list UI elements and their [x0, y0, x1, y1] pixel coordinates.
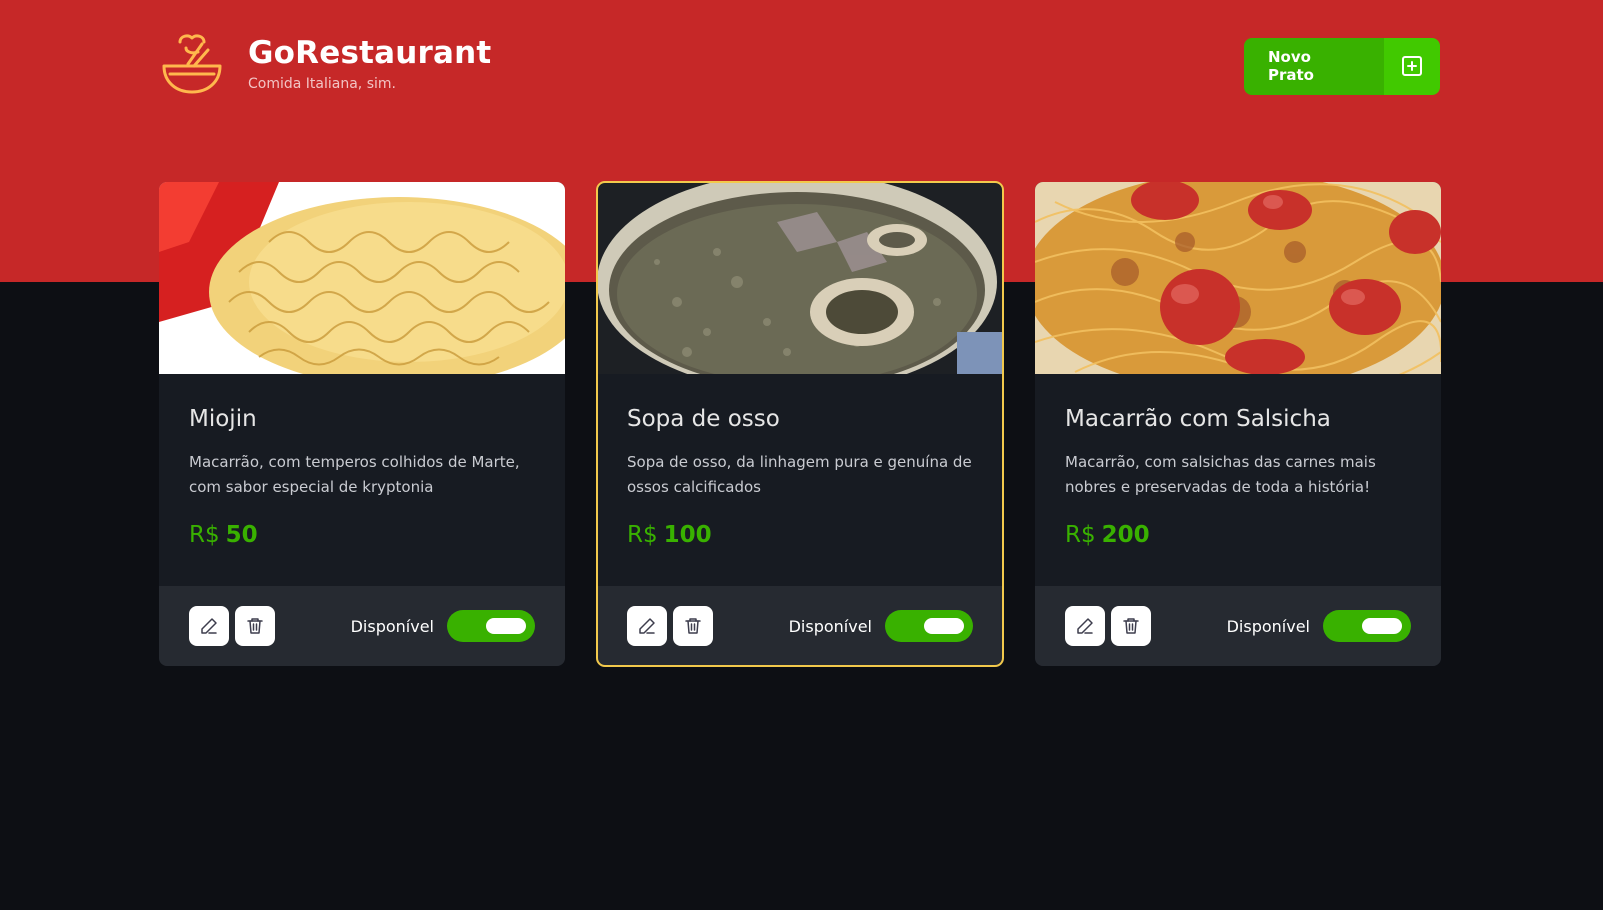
- pencil-icon: [1077, 618, 1093, 634]
- availability-toggle[interactable]: [885, 610, 973, 642]
- price-currency: R$: [1065, 522, 1096, 548]
- dish-name: Sopa de osso: [627, 406, 780, 432]
- dish-card: Miojin Macarrão, com temperos colhidos d…: [159, 182, 565, 666]
- price-amount: 50: [225, 522, 258, 548]
- price-currency: R$: [627, 522, 658, 548]
- delete-button[interactable]: [235, 606, 275, 646]
- edit-button[interactable]: [189, 606, 229, 646]
- dish-name: Miojin: [189, 406, 257, 432]
- dish-card: Sopa de osso Sopa de osso, da linhagem p…: [596, 181, 1004, 667]
- card-footer: Disponível: [1035, 586, 1441, 666]
- dish-description: Macarrão, com temperos colhidos de Marte…: [189, 453, 520, 496]
- card-actions: [1065, 606, 1151, 646]
- delete-button[interactable]: [673, 606, 713, 646]
- edit-button[interactable]: [627, 606, 667, 646]
- availability-toggle[interactable]: [1323, 610, 1411, 642]
- card-footer: Disponível: [597, 586, 1003, 666]
- trash-icon: [247, 618, 263, 634]
- dish-description: Macarrão, com salsichas das carnes mais …: [1065, 453, 1376, 496]
- page: GoRestaurant Comida Italiana, sim. Novo …: [0, 0, 1603, 910]
- dish-price: R$ 200: [1065, 522, 1411, 548]
- dish-photo-bone-soup: [597, 182, 1003, 374]
- trash-icon: [1123, 618, 1139, 634]
- brand: GoRestaurant Comida Italiana, sim.: [158, 30, 491, 96]
- new-dish-label: Novo Prato: [1244, 37, 1384, 95]
- app-title: GoRestaurant: [248, 34, 492, 71]
- new-dish-button[interactable]: Novo Prato: [1244, 37, 1440, 95]
- card-body: Macarrão com Salsicha Macarrão, com sals…: [1035, 374, 1441, 586]
- availability-label: Disponível: [350, 616, 434, 636]
- card-body: Miojin Macarrão, com temperos colhidos d…: [159, 374, 565, 586]
- dish-photo-instant-noodles: [159, 182, 565, 374]
- toggle-knob: [486, 618, 526, 634]
- availability-label: Disponível: [788, 616, 872, 636]
- dish-list: Miojin Macarrão, com temperos colhidos d…: [159, 181, 1441, 667]
- trash-icon: [685, 618, 701, 634]
- edit-button[interactable]: [1065, 606, 1105, 646]
- toggle-knob: [924, 618, 964, 634]
- delete-button[interactable]: [1111, 606, 1151, 646]
- dish-name: Macarrão com Salsicha: [1065, 406, 1331, 432]
- dish-photo-spaghetti-sausage: [1035, 182, 1441, 374]
- availability: Disponível: [789, 610, 973, 642]
- soup-bowl-icon: [162, 34, 222, 94]
- header: GoRestaurant Comida Italiana, sim. Novo …: [158, 28, 1440, 98]
- availability-label: Disponível: [1226, 616, 1310, 636]
- dish-card: Macarrão com Salsicha Macarrão, com sals…: [1035, 182, 1441, 666]
- availability-toggle[interactable]: [447, 610, 535, 642]
- brand-text: GoRestaurant Comida Italiana, sim.: [248, 35, 491, 92]
- dish-description: Sopa de osso, da linhagem pura e genuína…: [627, 453, 972, 496]
- plus-square-icon: [1384, 37, 1440, 95]
- toggle-knob: [1362, 618, 1402, 634]
- dish-price: R$ 100: [627, 522, 973, 548]
- card-body: Sopa de osso Sopa de osso, da linhagem p…: [597, 374, 1003, 586]
- card-actions: [627, 606, 713, 646]
- price-amount: 200: [1101, 522, 1150, 548]
- price-currency: R$: [189, 522, 220, 548]
- dish-price: R$ 50: [189, 522, 535, 548]
- pencil-icon: [201, 618, 217, 634]
- pencil-icon: [639, 618, 655, 634]
- app-subtitle: Comida Italiana, sim.: [248, 75, 396, 92]
- availability: Disponível: [351, 610, 535, 642]
- card-actions: [189, 606, 275, 646]
- price-amount: 100: [663, 522, 712, 548]
- availability: Disponível: [1227, 610, 1411, 642]
- card-footer: Disponível: [159, 586, 565, 666]
